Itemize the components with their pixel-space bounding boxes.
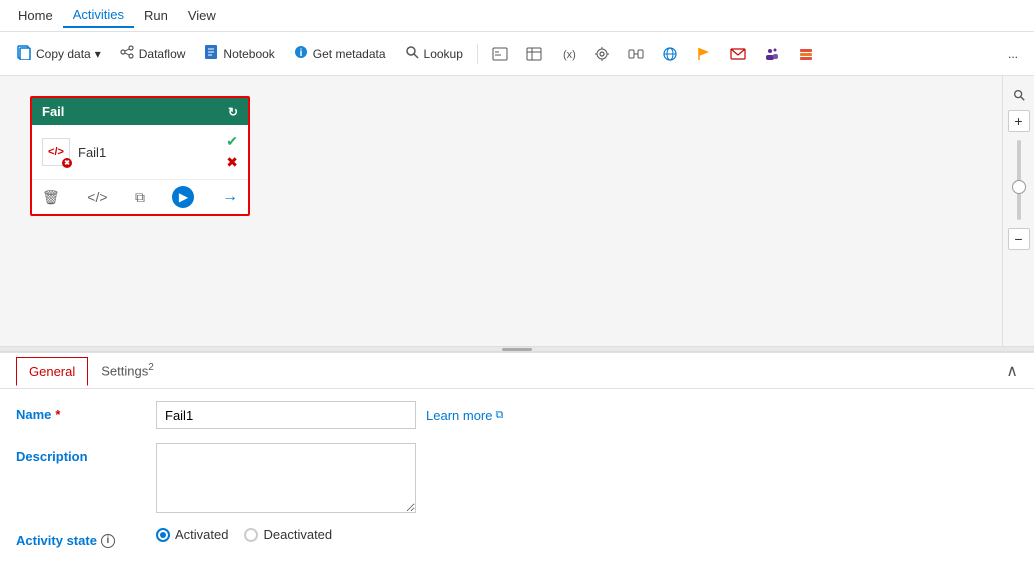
dataflow-label: Dataflow [139,47,186,61]
arrow-action-button[interactable]: → [222,188,238,206]
tab-settings[interactable]: Settings2 [88,355,167,385]
canvas-area: Fail ↻ </> ✖ Fail1 ✔ ✖ 🗑 </> ⧉ ▶ [0,76,1034,346]
tab-general-label: General [29,364,75,379]
radio-activated-label: Activated [175,527,228,542]
get-metadata-icon: i [293,44,309,63]
notebook-icon [203,44,219,63]
tab-settings-badge: 2 [148,362,154,373]
activity-card-header: Fail ↻ [32,98,248,125]
mail-button[interactable] [722,42,754,66]
zoom-slider[interactable] [1017,140,1021,220]
web-button[interactable] [654,42,686,66]
form-area: Name Learn more ⧉ Description Activity s… [0,389,1034,574]
activity-card-refresh-icon[interactable]: ↻ [228,105,238,119]
notebook-button[interactable]: Notebook [195,40,282,67]
canvas-right-panel: + − [1002,76,1034,346]
lookup-label: Lookup [424,47,463,61]
activity-card-title: Fail [42,104,64,119]
get-metadata-label: Get metadata [313,47,386,61]
panel-collapse-button[interactable]: ∧ [1006,361,1018,381]
zoom-handle[interactable] [1012,180,1026,194]
activity-state-info-icon[interactable]: i [101,534,115,548]
activity-card: Fail ↻ </> ✖ Fail1 ✔ ✖ 🗑 </> ⧉ ▶ [30,96,250,216]
form-row-activity-state: Activity state i Activated Deactivated [16,527,1018,548]
form-row-description: Description [16,443,1018,513]
more-label: ... [1008,47,1018,61]
svg-text:i: i [299,48,302,59]
stack-button[interactable] [790,42,822,66]
radio-deactivated-circle [244,528,258,542]
error-badge: ✖ [62,158,72,168]
card-actions: 🗑 </> ⧉ ▶ → [32,180,248,214]
menu-run[interactable]: Run [134,4,178,27]
description-label: Description [16,443,156,464]
copy-data-label: Copy data [36,47,91,61]
dataflow-button[interactable]: Dataflow [111,40,194,67]
code-action-button[interactable]: </> [87,189,107,205]
learn-more-link[interactable]: Learn more ⧉ [426,408,503,423]
bottom-tabs: General Settings2 ∧ [0,353,1034,389]
activity-state-label: Activity state i [16,527,156,548]
script-button[interactable] [484,42,516,66]
more-button[interactable]: ... [1000,43,1026,65]
copy-action-button[interactable]: ⧉ [135,189,145,206]
learn-more-label: Learn more [426,408,492,423]
radio-deactivated-label: Deactivated [263,527,332,542]
divider-handle [502,348,532,351]
description-control-wrap [156,443,416,513]
tab-settings-label: Settings [101,364,148,379]
canvas-main[interactable]: Fail ↻ </> ✖ Fail1 ✔ ✖ 🗑 </> ⧉ ▶ [0,76,1002,346]
activity-type-icon: </> ✖ [42,138,70,166]
name-control-wrap: Learn more ⧉ [156,401,503,429]
radio-activated-circle [156,528,170,542]
bottom-panel: General Settings2 ∧ Name Learn more ⧉ De… [0,352,1034,565]
table-button[interactable] [518,42,550,66]
activity-name-label: Fail1 [78,145,106,160]
radio-group-activity-state: Activated Deactivated [156,527,332,542]
teams-button[interactable] [756,42,788,66]
name-input[interactable] [156,401,416,429]
activity-state-text: Activity state [16,533,97,548]
svg-text:(x): (x) [563,49,576,61]
copy-data-dropdown-icon: ▾ [95,47,101,61]
delete-action-button[interactable]: 🗑 [42,189,60,206]
copy-data-button[interactable]: Copy data ▾ [8,40,109,67]
radio-activated[interactable]: Activated [156,527,228,542]
zoom-out-button[interactable]: − [1008,228,1030,250]
activity-state-control-wrap: Activated Deactivated [156,527,332,542]
zoom-in-button[interactable]: + [1008,110,1030,132]
external-link-icon: ⧉ [495,409,503,422]
flag-button[interactable] [688,42,720,66]
lookup-button[interactable]: Lookup [396,40,471,67]
menu-home[interactable]: Home [8,4,63,27]
lookup-icon [404,44,420,63]
config-button[interactable] [586,42,618,66]
notebook-label: Notebook [223,47,274,61]
collapse-icon: ∧ [1006,363,1018,380]
name-label: Name [16,401,156,422]
error-icon[interactable]: ✖ [226,154,238,171]
tab-general[interactable]: General [16,357,88,386]
menu-bar: Home Activities Run View [0,0,1034,32]
activity-card-body: </> ✖ Fail1 ✔ ✖ [32,125,248,180]
run-action-button[interactable]: ▶ [172,186,194,208]
canvas-search-button[interactable] [1008,84,1030,106]
radio-deactivated[interactable]: Deactivated [244,527,332,542]
get-metadata-button[interactable]: i Get metadata [285,40,394,67]
toolbar: Copy data ▾ Dataflow Notebook i Get meta… [0,32,1034,76]
success-icon[interactable]: ✔ [226,133,238,150]
copy-data-icon [16,44,32,63]
pipeline-button[interactable] [620,42,652,66]
description-input[interactable] [156,443,416,513]
expression-button[interactable]: (x) [552,42,584,66]
menu-view[interactable]: View [178,4,226,27]
form-row-name: Name Learn more ⧉ [16,401,1018,429]
dataflow-icon [119,44,135,63]
menu-activities[interactable]: Activities [63,3,134,28]
toolbar-separator [477,44,478,64]
